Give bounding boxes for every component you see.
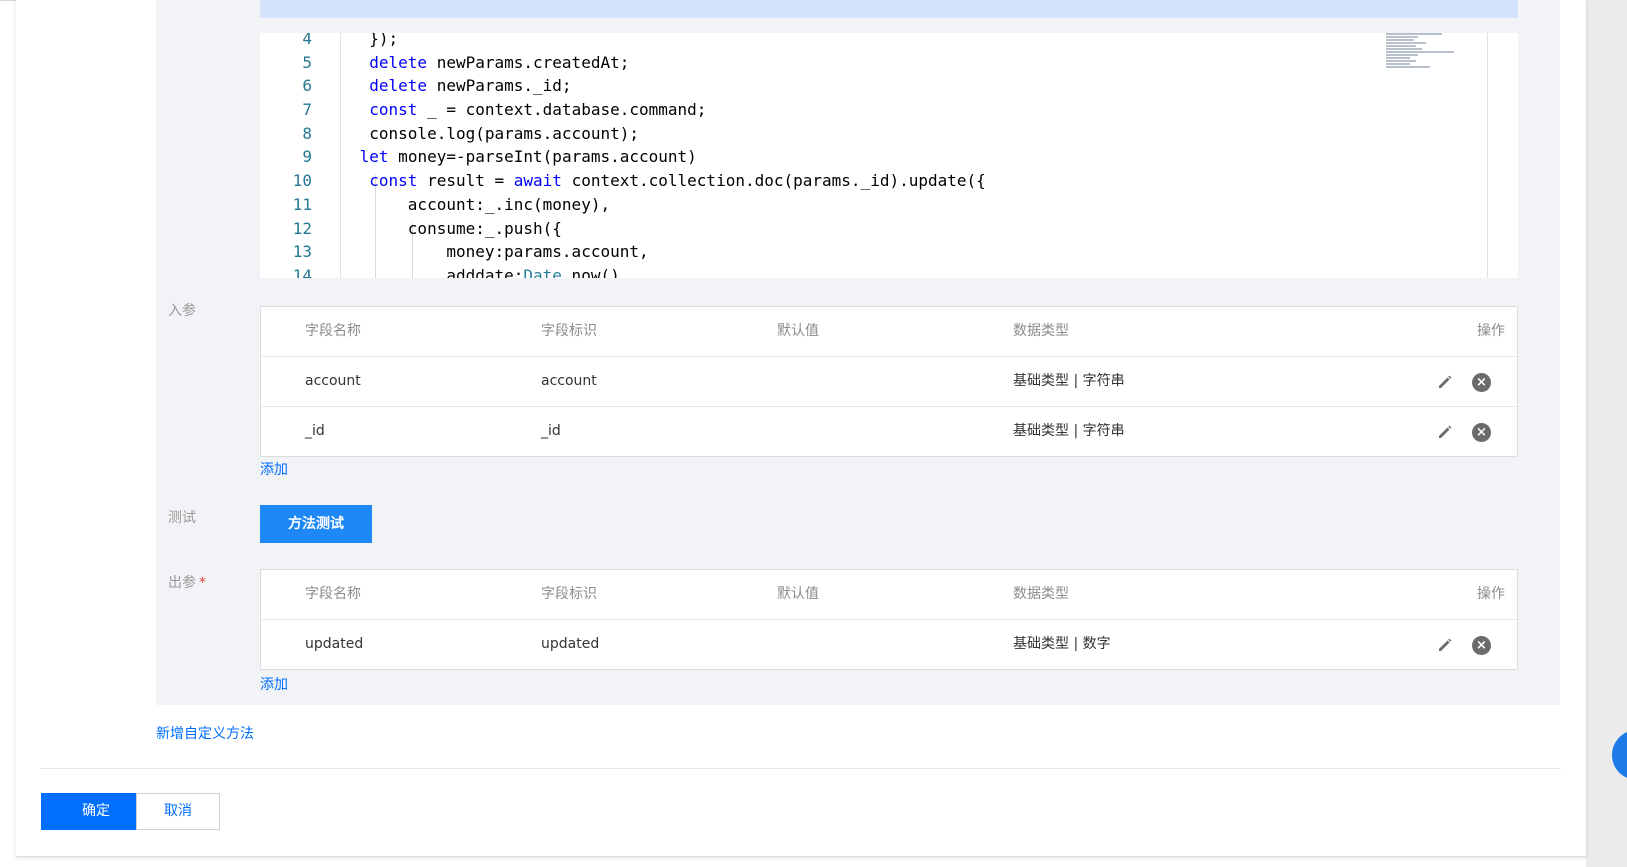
line-number: 11 [292, 194, 312, 214]
method-test-button[interactable]: 方法测试 [260, 505, 372, 543]
editor-scrollbar[interactable] [1487, 33, 1488, 278]
delete-icon[interactable]: × [1472, 636, 1491, 655]
add-input-param-link[interactable]: 添加 [260, 459, 288, 479]
code-text: money:params.account, [350, 242, 649, 262]
code-line: 8 console.log(params.account); [260, 122, 1518, 146]
field-name: _id [305, 423, 325, 439]
output-params-table: 字段名称 字段标识 默认值 数据类型 操作 updated updated 基础… [260, 569, 1518, 670]
line-number: 14 [292, 265, 312, 278]
line-number: 6 [302, 76, 312, 96]
field-key: updated [541, 636, 600, 652]
field-type: 基础类型 | 字符串 [1013, 373, 1125, 389]
code-line: 7 const _ = context.database.command; [260, 98, 1518, 122]
field-type: 基础类型 | 字符串 [1013, 423, 1125, 439]
field-key: account [541, 373, 597, 389]
header-field-name: 字段名称 [305, 586, 361, 602]
header-actions: 操作 [1477, 586, 1505, 602]
line-number: 12 [292, 218, 312, 238]
header-field-name: 字段名称 [305, 323, 361, 339]
code-line: 10 const result = await context.collecti… [260, 169, 1518, 193]
line-number: 13 [292, 242, 312, 262]
code-line: 5 delete newParams.createdAt; [260, 51, 1518, 75]
table-row: _id _id 基础类型 | 字符串 × [261, 407, 1517, 456]
header-field-key: 字段标识 [541, 323, 597, 339]
row-actions: × [1435, 421, 1505, 443]
edit-icon[interactable] [1437, 374, 1453, 390]
confirm-button[interactable]: 确定 [41, 793, 151, 830]
code-text: }); [350, 33, 399, 48]
code-text: const _ = context.database.command; [369, 100, 707, 120]
row-actions: × [1435, 371, 1505, 393]
line-number: 7 [302, 100, 312, 120]
code-line: 11 account:_.inc(money), [260, 193, 1518, 217]
code-line: 4 }); [260, 33, 1518, 51]
code-text: delete newParams._id; [369, 76, 572, 96]
field-key: _id [541, 423, 561, 439]
input-params-table: 字段名称 字段标识 默认值 数据类型 操作 account account 基础… [260, 306, 1518, 457]
code-text: adddate:Date.now() [350, 265, 620, 278]
line-number: 8 [302, 123, 312, 143]
table-header: 字段名称 字段标识 默认值 数据类型 操作 [261, 570, 1517, 620]
field-name: updated [305, 636, 364, 652]
required-mark: * [199, 575, 206, 591]
code-text: delete newParams.createdAt; [369, 52, 630, 72]
editor-minimap[interactable] [1386, 33, 1466, 73]
code-line: 6 delete newParams._id; [260, 74, 1518, 98]
header-default: 默认值 [777, 323, 819, 339]
add-custom-method-link[interactable]: 新增自定义方法 [156, 723, 254, 743]
line-number: 10 [292, 171, 312, 191]
footer-divider [41, 768, 1561, 769]
edit-icon[interactable] [1437, 637, 1453, 653]
code-text: console.log(params.account); [350, 123, 639, 143]
code-text: const result = await context.collection.… [369, 171, 986, 191]
edit-icon[interactable] [1437, 424, 1453, 440]
table-header: 字段名称 字段标识 默认值 数据类型 操作 [261, 307, 1517, 357]
table-row: updated updated 基础类型 | 数字 × [261, 620, 1517, 669]
output-params-label-text: 出参 [168, 575, 196, 591]
add-output-param-link[interactable]: 添加 [260, 674, 288, 694]
dialog-page: 4 }); 5 delete newParams.createdAt; 6 dele… [16, 0, 1586, 857]
line-number: 5 [302, 52, 312, 72]
code-text: consume:_.push({ [350, 218, 562, 238]
table-row: account account 基础类型 | 字符串 × [261, 357, 1517, 407]
header-data-type: 数据类型 [1013, 323, 1069, 339]
editor-selection-highlight [260, 0, 1518, 18]
code-text: account:_.inc(money), [350, 194, 611, 214]
code-text: let money=-parseInt(params.account) [359, 147, 697, 167]
code-line: 13 money:params.account, [260, 240, 1518, 264]
field-name: account [305, 373, 361, 389]
input-params-label: 入参 [168, 303, 196, 319]
header-field-key: 字段标识 [541, 586, 597, 602]
delete-icon[interactable]: × [1472, 423, 1491, 442]
header-actions: 操作 [1477, 323, 1505, 339]
cancel-button[interactable]: 取消 [136, 793, 220, 830]
header-default: 默认值 [777, 586, 819, 602]
line-number: 4 [302, 33, 312, 48]
code-line: 12 consume:_.push({ [260, 217, 1518, 241]
code-line: 14 adddate:Date.now() [260, 264, 1518, 278]
test-label: 测试 [168, 510, 196, 526]
delete-icon[interactable]: × [1472, 373, 1491, 392]
row-actions: × [1435, 634, 1505, 656]
code-line: 9 let money=-parseInt(params.account) [260, 145, 1518, 169]
header-data-type: 数据类型 [1013, 586, 1069, 602]
line-number: 9 [302, 147, 312, 167]
output-params-label: 出参 * [168, 572, 206, 592]
code-editor[interactable]: 4 }); 5 delete newParams.createdAt; 6 dele… [260, 33, 1518, 278]
field-type: 基础类型 | 数字 [1013, 636, 1111, 652]
code-lines: 4 }); 5 delete newParams.createdAt; 6 dele… [260, 33, 1518, 278]
custom-method-panel: 4 }); 5 delete newParams.createdAt; 6 dele… [156, 0, 1560, 705]
